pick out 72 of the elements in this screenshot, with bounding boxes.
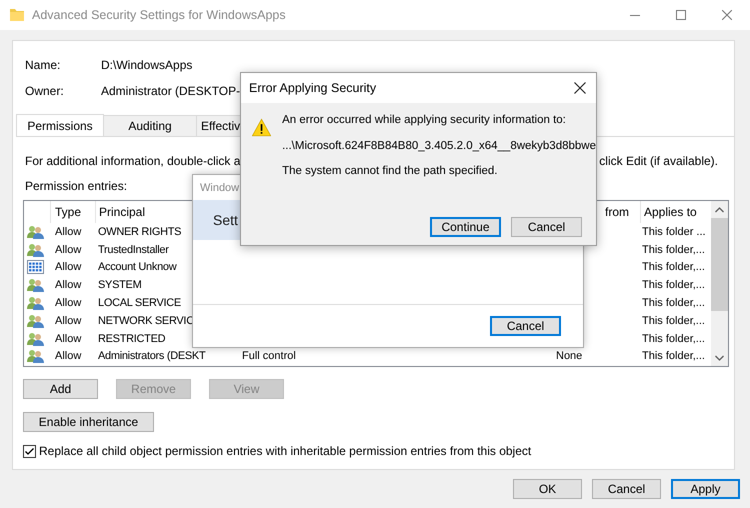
users-icon — [27, 349, 44, 364]
table-cell: This folder,... — [642, 332, 705, 345]
users-icon — [27, 242, 44, 257]
scroll-thumb[interactable] — [711, 218, 728, 311]
table-cell: Allow — [55, 332, 82, 345]
cancel-button[interactable]: Cancel — [490, 316, 561, 336]
table-cell: LOCAL SERVICE — [98, 297, 181, 310]
table-cell: Allow — [55, 297, 82, 310]
users-icon — [27, 224, 44, 239]
table-cell: Allow — [55, 279, 82, 292]
section-label: Permission entries: — [25, 179, 128, 193]
column-header[interactable]: from — [605, 205, 629, 219]
apply-button[interactable]: Apply — [671, 479, 740, 499]
scroll-down-icon[interactable] — [715, 354, 724, 360]
window-title: Advanced Security Settings for WindowsApps — [32, 8, 286, 22]
table-cell: Account Unknow — [98, 261, 176, 274]
table-cell: NETWORK SERVIC — [98, 314, 194, 327]
dialog-title: Error Applying Security — [249, 81, 376, 95]
checkbox-label[interactable]: Replace all child object permission entries with inheritable permission entries from this object — [39, 444, 532, 458]
field-value: D:\WindowsApps — [101, 58, 192, 72]
table-cell: OWNER RIGHTS — [98, 226, 182, 238]
table-cell: This folder,... — [642, 261, 705, 274]
ok-button[interactable]: OK — [513, 479, 582, 499]
column-header[interactable]: Applies to — [644, 205, 697, 219]
users-icon — [27, 332, 44, 346]
field-label: Name: — [25, 58, 62, 72]
folder-icon — [10, 8, 24, 22]
table-cell: TrustedInstaller — [98, 244, 169, 256]
users-icon — [27, 314, 44, 328]
field-value: Administrator (DESKTOP- — [101, 84, 240, 98]
table-cell: This folder,... — [642, 297, 705, 310]
scroll-up-icon[interactable] — [715, 206, 724, 212]
table-cell: This folder,... — [642, 244, 705, 256]
enable-inheritance-button[interactable]: Enable inheritance — [23, 412, 154, 432]
message-text: The system cannot find the path specified. — [282, 164, 499, 178]
table-cell: Administrators (DESKT — [98, 350, 206, 362]
column-header[interactable]: Principal — [99, 205, 146, 219]
field-label: Owner: — [25, 84, 65, 98]
column-header[interactable]: Type — [55, 205, 82, 219]
table-cell: This folder,... — [642, 279, 705, 292]
table-cell: Allow — [55, 314, 82, 327]
tab[interactable]: Auditing — [103, 115, 197, 136]
info-text: click Edit (if available). — [599, 154, 718, 168]
continue-button[interactable]: Continue — [430, 217, 501, 237]
table-cell: None — [556, 350, 582, 362]
maximize-icon[interactable] — [676, 10, 686, 20]
cancel-button[interactable]: Cancel — [511, 217, 582, 237]
table-cell: Full control — [242, 350, 296, 362]
table-cell: This folder,... — [642, 350, 705, 362]
table-cell: RESTRICTED — [98, 332, 166, 345]
table-cell: Allow — [55, 244, 82, 256]
close-icon[interactable] — [574, 82, 586, 94]
users-icon — [27, 278, 44, 292]
dialog-title: Window — [199, 180, 240, 196]
account-icon — [27, 260, 44, 274]
message-text: An error occurred while applying security information to: — [282, 113, 567, 128]
table-cell: This folder,... — [642, 314, 705, 327]
checkbox[interactable] — [23, 444, 36, 458]
tab[interactable]: Effectiv — [196, 115, 240, 136]
table-cell: Allow — [55, 350, 82, 362]
cancel-button[interactable]: Cancel — [592, 479, 661, 499]
message-text: ...\Microsoft.624F8B84B80_3.405.2.0_x64__8wekyb3d8bbwe — [282, 138, 596, 153]
dialog-heading: Sett — [213, 212, 238, 228]
table-cell: Allow — [55, 261, 82, 274]
table-cell: Allow — [55, 226, 82, 238]
info-text: For additional information, double-click a — [25, 154, 240, 168]
table-cell: This folder ... — [642, 226, 706, 238]
scrollbar[interactable] — [711, 201, 728, 366]
add-button[interactable]: Add — [23, 379, 98, 399]
tab[interactable]: Permissions — [16, 114, 104, 136]
table-cell: SYSTEM — [98, 279, 142, 292]
users-icon — [27, 296, 44, 310]
